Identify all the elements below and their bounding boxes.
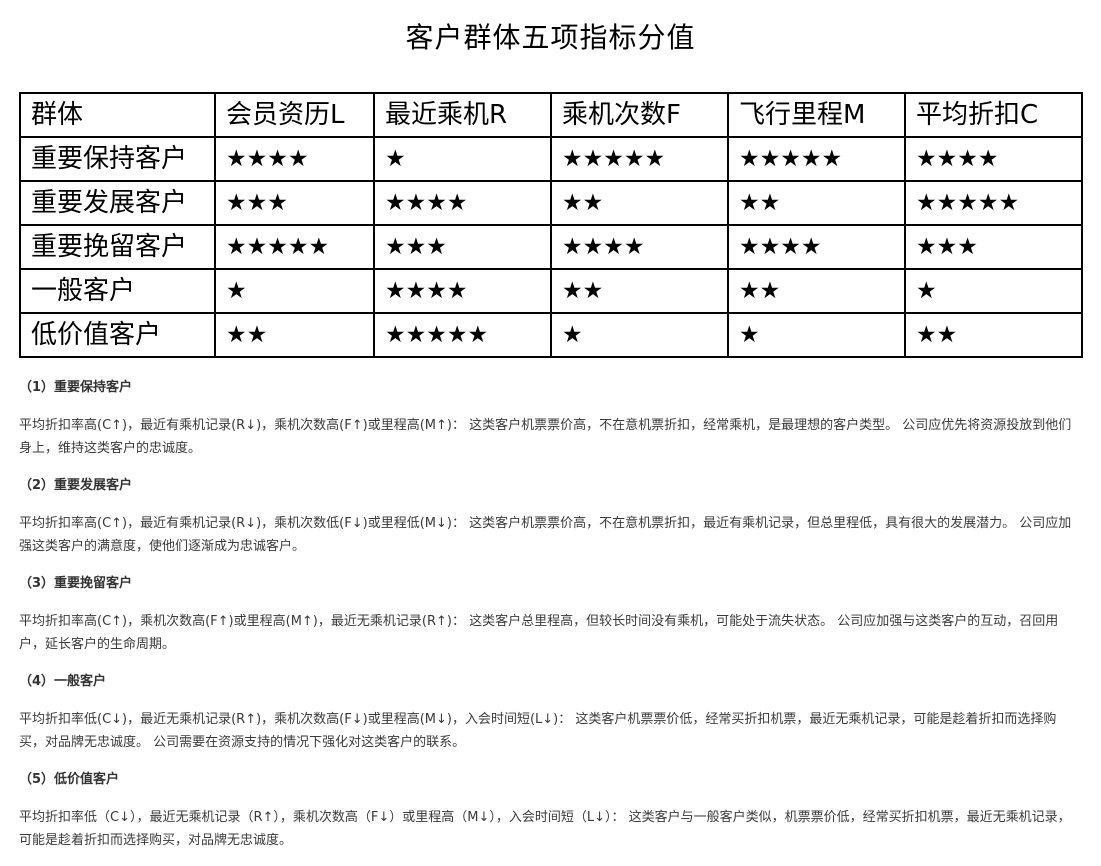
segment-descriptions: （1）重要保持客户 平均折扣率高(C↑)，最近有乘机记录(R↓)，乘机次数高(F… bbox=[19, 376, 1081, 866]
section-heading: （4）一般客户 bbox=[19, 674, 107, 689]
header-cell-c: 平均折扣C bbox=[904, 92, 1083, 138]
star-rating: ★★ bbox=[550, 180, 729, 226]
section-important-winback: （3）重要挽留客户 平均折扣率高(C↑)，乘机次数高(F↑)或里程高(M↑)，最… bbox=[19, 572, 1081, 656]
star-rating: ★★ bbox=[214, 312, 375, 358]
star-rating: ★★★★ bbox=[904, 136, 1083, 182]
star-rating: ★★ bbox=[727, 180, 906, 226]
section-important-retain: （1）重要保持客户 平均折扣率高(C↑)，最近有乘机记录(R↓)，乘机次数高(F… bbox=[19, 376, 1081, 460]
section-paragraph: 平均折扣率高(C↑)，最近有乘机记录(R↓)，乘机次数低(F↓)或里程低(M↓)… bbox=[19, 516, 1072, 554]
table-row: 重要保持客户 ★★★★ ★ ★★★★★ ★★★★★ ★★★★ bbox=[19, 136, 1083, 182]
star-rating: ★★★★ bbox=[373, 180, 552, 226]
indicator-table: 群体 会员资历L 最近乘机R 乘机次数F 飞行里程M 平均折扣C 重要保持客户 … bbox=[19, 92, 1083, 358]
header-cell-f: 乘机次数F bbox=[550, 92, 729, 138]
star-rating: ★★★★ bbox=[550, 224, 729, 270]
section-important-develop: （2）重要发展客户 平均折扣率高(C↑)，最近有乘机记录(R↓)，乘机次数低(F… bbox=[19, 474, 1081, 558]
star-rating: ★★★★★ bbox=[550, 136, 729, 182]
star-rating: ★★ bbox=[550, 268, 729, 314]
star-rating: ★★★★ bbox=[727, 224, 906, 270]
star-rating: ★★★★★ bbox=[727, 136, 906, 182]
section-paragraph: 平均折扣率高(C↑)，最近有乘机记录(R↓)，乘机次数高(F↑)或里程高(M↑)… bbox=[19, 418, 1072, 456]
row-label: 低价值客户 bbox=[19, 312, 216, 358]
page-title: 客户群体五项指标分值 bbox=[405, 21, 696, 54]
star-rating: ★★★★ bbox=[373, 268, 552, 314]
star-rating: ★ bbox=[373, 136, 552, 182]
header-cell-group: 群体 bbox=[19, 92, 216, 138]
section-paragraph: 平均折扣率低(C↓)，最近无乘机记录(R↑)，乘机次数高(F↓)或里程高(M↓)… bbox=[19, 712, 1057, 750]
star-rating: ★★★ bbox=[214, 180, 375, 226]
header-cell-m: 飞行里程M bbox=[727, 92, 906, 138]
section-heading: （1）重要保持客户 bbox=[19, 380, 133, 395]
star-rating: ★★★ bbox=[373, 224, 552, 270]
row-label: 重要挽留客户 bbox=[19, 224, 216, 270]
section-heading: （3）重要挽留客户 bbox=[19, 576, 133, 591]
star-rating: ★★★★★ bbox=[904, 180, 1083, 226]
table-row: 一般客户 ★ ★★★★ ★★ ★★ ★ bbox=[19, 268, 1083, 314]
page: 客户群体五项指标分值 群体 会员资历L 最近乘机R 乘机次数F 飞行里程M 平均… bbox=[0, 0, 1101, 863]
star-rating: ★★ bbox=[727, 268, 906, 314]
star-rating: ★★★ bbox=[904, 224, 1083, 270]
header-cell-l: 会员资历L bbox=[214, 92, 375, 138]
table-row: 重要发展客户 ★★★ ★★★★ ★★ ★★ ★★★★★ bbox=[19, 180, 1083, 226]
section-paragraph: 平均折扣率低（C↓），最近无乘机记录（R↑），乘机次数高（F↓）或里程高（M↓）… bbox=[19, 810, 1071, 848]
table-row: 重要挽留客户 ★★★★★ ★★★ ★★★★ ★★★★ ★★★ bbox=[19, 224, 1083, 270]
section-heading: （2）重要发展客户 bbox=[19, 478, 133, 493]
star-rating: ★★ bbox=[904, 312, 1083, 358]
section-heading: （5）低价值客户 bbox=[19, 772, 120, 787]
row-label: 一般客户 bbox=[19, 268, 216, 314]
star-rating: ★ bbox=[727, 312, 906, 358]
star-rating: ★★★★ bbox=[214, 136, 375, 182]
row-label: 重要保持客户 bbox=[19, 136, 216, 182]
star-rating: ★★★★★ bbox=[373, 312, 552, 358]
star-rating: ★★★★★ bbox=[214, 224, 375, 270]
section-paragraph: 平均折扣率高(C↑)，乘机次数高(F↑)或里程高(M↑)，最近无乘机记录(R↑)… bbox=[19, 614, 1059, 652]
section-low-value: （5）低价值客户 平均折扣率低（C↓），最近无乘机记录（R↑），乘机次数高（F↓… bbox=[19, 768, 1081, 852]
table-row: 低价值客户 ★★ ★★★★★ ★ ★ ★★ bbox=[19, 312, 1083, 358]
star-rating: ★ bbox=[214, 268, 375, 314]
row-label: 重要发展客户 bbox=[19, 180, 216, 226]
star-rating: ★ bbox=[904, 268, 1083, 314]
star-rating: ★ bbox=[550, 312, 729, 358]
header-cell-r: 最近乘机R bbox=[373, 92, 552, 138]
section-general: （4）一般客户 平均折扣率低(C↓)，最近无乘机记录(R↑)，乘机次数高(F↓)… bbox=[19, 670, 1081, 754]
table-header-row: 群体 会员资历L 最近乘机R 乘机次数F 飞行里程M 平均折扣C bbox=[19, 92, 1083, 138]
